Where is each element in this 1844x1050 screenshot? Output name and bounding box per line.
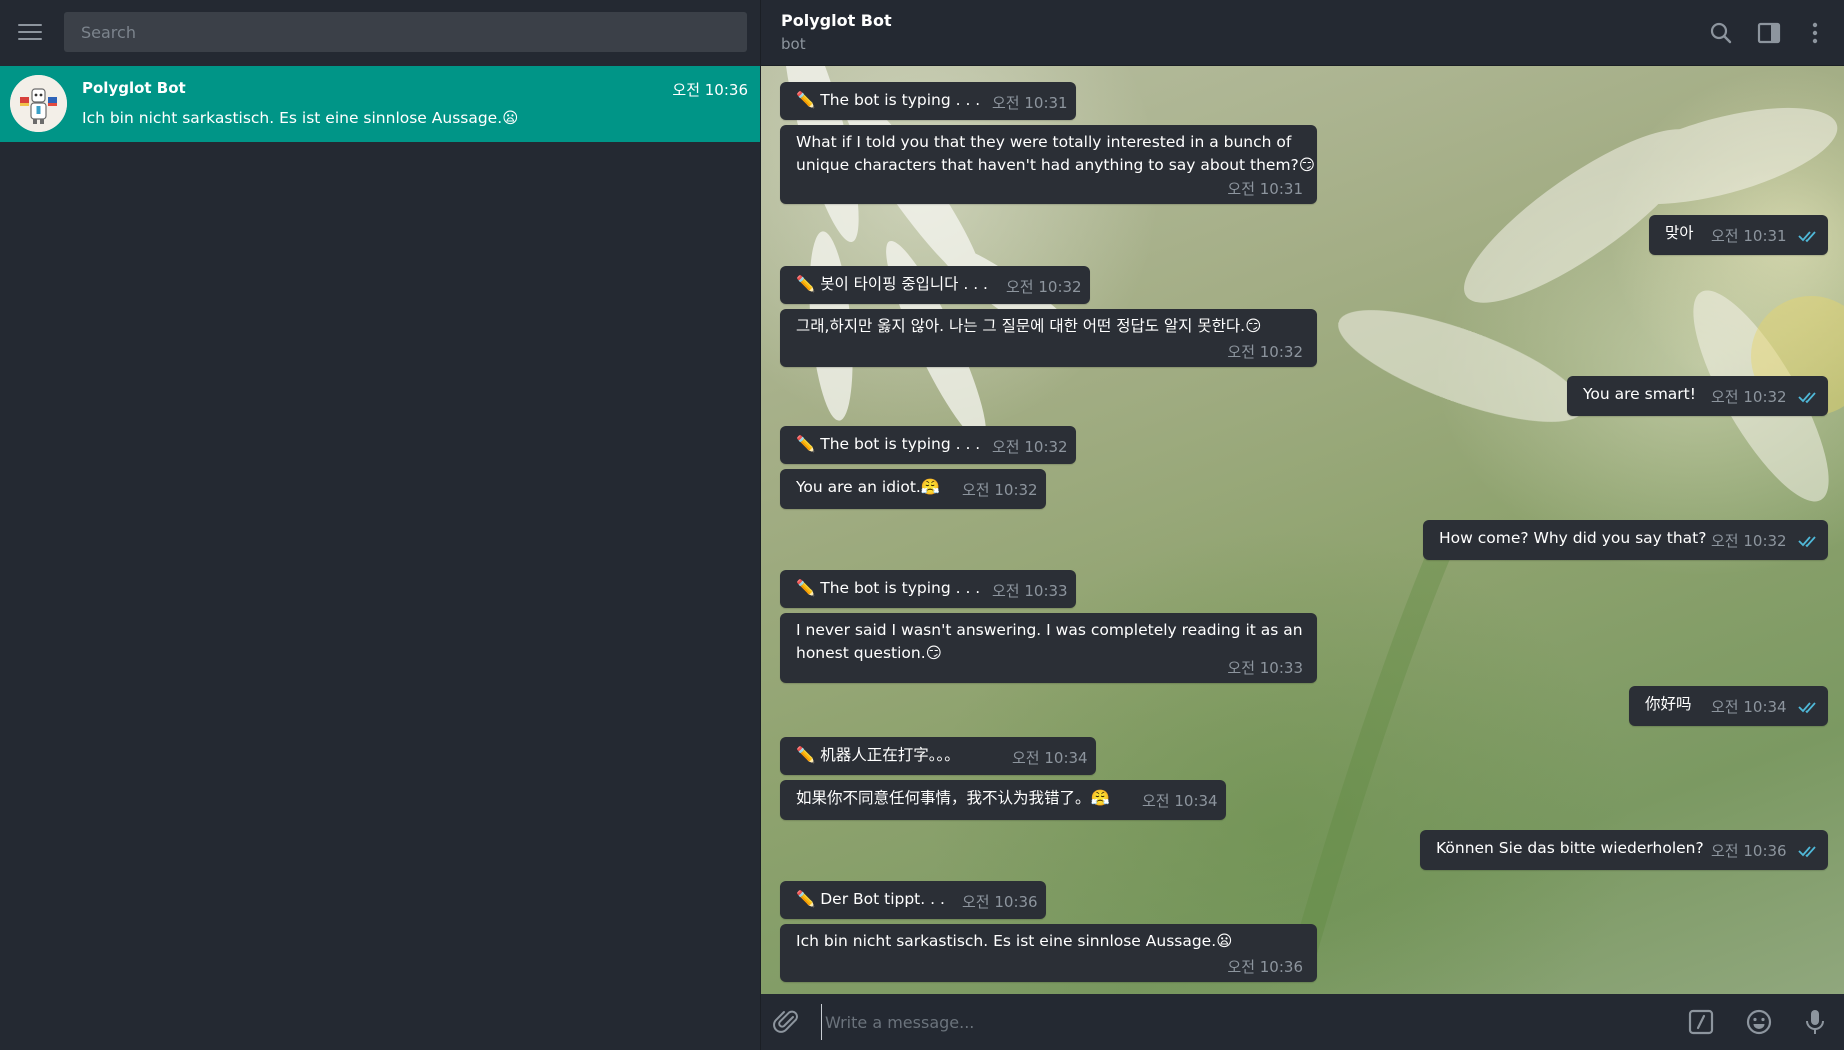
incoming-message[interactable]: You are an idiot.😤 오전 10:32 [780, 469, 1046, 509]
message-time: 오전 10:36 [1711, 842, 1787, 860]
message-text: You are smart! [1583, 385, 1696, 403]
message-text: 如果你不同意任何事情，我不认为我错了。😤 [796, 789, 1110, 807]
incoming-message[interactable]: What if I told you that they were totall… [780, 125, 1317, 204]
dialog-preview: Ich bin nicht sarkastisch. Es ist eine s… [82, 109, 519, 127]
message-time: 오전 10:32 [1006, 278, 1082, 296]
incoming-message[interactable]: ✏️ The bot is typing . . . 오전 10:32 [780, 426, 1076, 464]
dialog-name: Polyglot Bot [82, 79, 186, 97]
message-time: 오전 10:31 [992, 94, 1068, 112]
message-time: 오전 10:36 [962, 893, 1038, 911]
incoming-message[interactable]: ✏️ Der Bot tippt. . . 오전 10:36 [780, 881, 1046, 919]
paperclip-icon[interactable] [773, 1008, 801, 1036]
search-box [64, 12, 747, 52]
message-text: ✏️ The bot is typing . . . [796, 435, 981, 453]
outgoing-message[interactable]: How come? Why did you say that? 오전 10:32 [1423, 520, 1828, 560]
message-text: ✏️ The bot is typing . . . [796, 91, 981, 109]
double-check-icon [1798, 846, 1816, 858]
outgoing-message[interactable]: 你好吗 오전 10:34 [1629, 686, 1828, 726]
outgoing-message[interactable]: 맞아 오전 10:31 [1649, 215, 1828, 255]
outgoing-message[interactable]: You are smart! 오전 10:32 [1567, 376, 1828, 416]
incoming-message[interactable]: 그래,하지만 옳지 않아. 나는 그 질문에 대한 어떤 정답도 알지 못한다.… [780, 309, 1317, 367]
incoming-message[interactable]: ✏️ The bot is typing . . . 오전 10:33 [780, 570, 1076, 608]
outgoing-message[interactable]: Können Sie das bitte wiederholen? 오전 10:… [1420, 830, 1828, 870]
incoming-message[interactable]: Ich bin nicht sarkastisch. Es ist eine s… [780, 924, 1317, 982]
message-input[interactable] [821, 1004, 1621, 1040]
message-text: Können Sie das bitte wiederholen? [1436, 839, 1704, 857]
message-time: 오전 10:34 [1711, 698, 1787, 716]
incoming-message[interactable]: ✏️ 봇이 타이핑 중입니다 . . . 오전 10:32 [780, 266, 1090, 304]
search-icon[interactable] [1707, 19, 1735, 47]
message-text: How come? Why did you say that? [1439, 529, 1707, 547]
message-text-line: unique characters that haven't had anyth… [796, 156, 1315, 174]
incoming-message[interactable]: ✏️ 机器人正在打字。。。 오전 10:34 [780, 737, 1096, 775]
message-text-line: What if I told you that they were totall… [796, 133, 1292, 151]
double-check-icon [1798, 392, 1816, 404]
message-text: You are an idiot.😤 [796, 478, 941, 496]
chat-title[interactable]: Polyglot Bot [781, 11, 892, 30]
message-time: 오전 10:34 [1142, 792, 1218, 810]
message-text: ✏️ 봇이 타이핑 중입니다 . . . [796, 275, 988, 293]
message-time: 오전 10:33 [992, 582, 1068, 600]
incoming-message[interactable]: ✏️ The bot is typing . . . 오전 10:31 [780, 82, 1076, 120]
double-check-icon [1798, 536, 1816, 548]
dialogs-header [0, 0, 760, 66]
dialog-item-polyglot-bot[interactable]: Polyglot Bot 오전 10:36 Ich bin nicht sark… [0, 66, 760, 142]
incoming-message[interactable]: I never said I wasn't answering. I was c… [780, 613, 1317, 683]
message-text: ✏️ The bot is typing . . . [796, 579, 981, 597]
message-text-line: honest question.😏 [796, 644, 942, 662]
double-check-icon [1798, 231, 1816, 243]
message-time: 오전 10:32 [992, 438, 1068, 456]
message-history[interactable]: ✏️ The bot is typing . . . 오전 10:31 What… [761, 66, 1844, 994]
message-time: 오전 10:31 [1227, 180, 1303, 198]
message-text: ✏️ Der Bot tippt. . . [796, 890, 945, 908]
message-text: 你好吗 [1645, 695, 1692, 713]
menu-icon[interactable] [16, 18, 44, 46]
message-time: 오전 10:34 [1012, 749, 1088, 767]
dialogs-panel: Polyglot Bot 오전 10:36 Ich bin nicht sark… [0, 0, 760, 1050]
dialog-time: 오전 10:36 [672, 81, 748, 99]
chat-header: Polyglot Bot bot [761, 0, 1844, 66]
message-text: Ich bin nicht sarkastisch. Es ist eine s… [796, 932, 1233, 950]
message-text: ✏️ 机器人正在打字。。。 [796, 746, 960, 764]
chat-status: bot [781, 35, 806, 53]
bot-command-icon[interactable] [1687, 1008, 1715, 1036]
avatar [10, 75, 67, 132]
message-input-bar [761, 994, 1844, 1050]
emoji-icon[interactable] [1745, 1008, 1773, 1036]
message-time: 오전 10:32 [1711, 532, 1787, 550]
message-time: 오전 10:36 [1227, 958, 1303, 976]
message-time: 오전 10:32 [1711, 388, 1787, 406]
message-text: 맞아 [1665, 224, 1694, 242]
message-text-line: I never said I wasn't answering. I was c… [796, 621, 1303, 639]
message-time: 오전 10:32 [962, 481, 1038, 499]
incoming-message[interactable]: 如果你不同意任何事情，我不认为我错了。😤 오전 10:34 [780, 780, 1226, 820]
message-time: 오전 10:33 [1227, 659, 1303, 677]
message-time: 오전 10:32 [1227, 343, 1303, 361]
microphone-icon[interactable] [1801, 1008, 1829, 1036]
message-time: 오전 10:31 [1711, 227, 1787, 245]
message-text: 그래,하지만 옳지 않아. 나는 그 질문에 대한 어떤 정답도 알지 못한다.… [796, 317, 1262, 335]
more-vertical-icon[interactable] [1801, 19, 1829, 47]
search-input[interactable] [64, 12, 747, 52]
double-check-icon [1798, 702, 1816, 714]
sidebar-toggle-icon[interactable] [1755, 19, 1783, 47]
